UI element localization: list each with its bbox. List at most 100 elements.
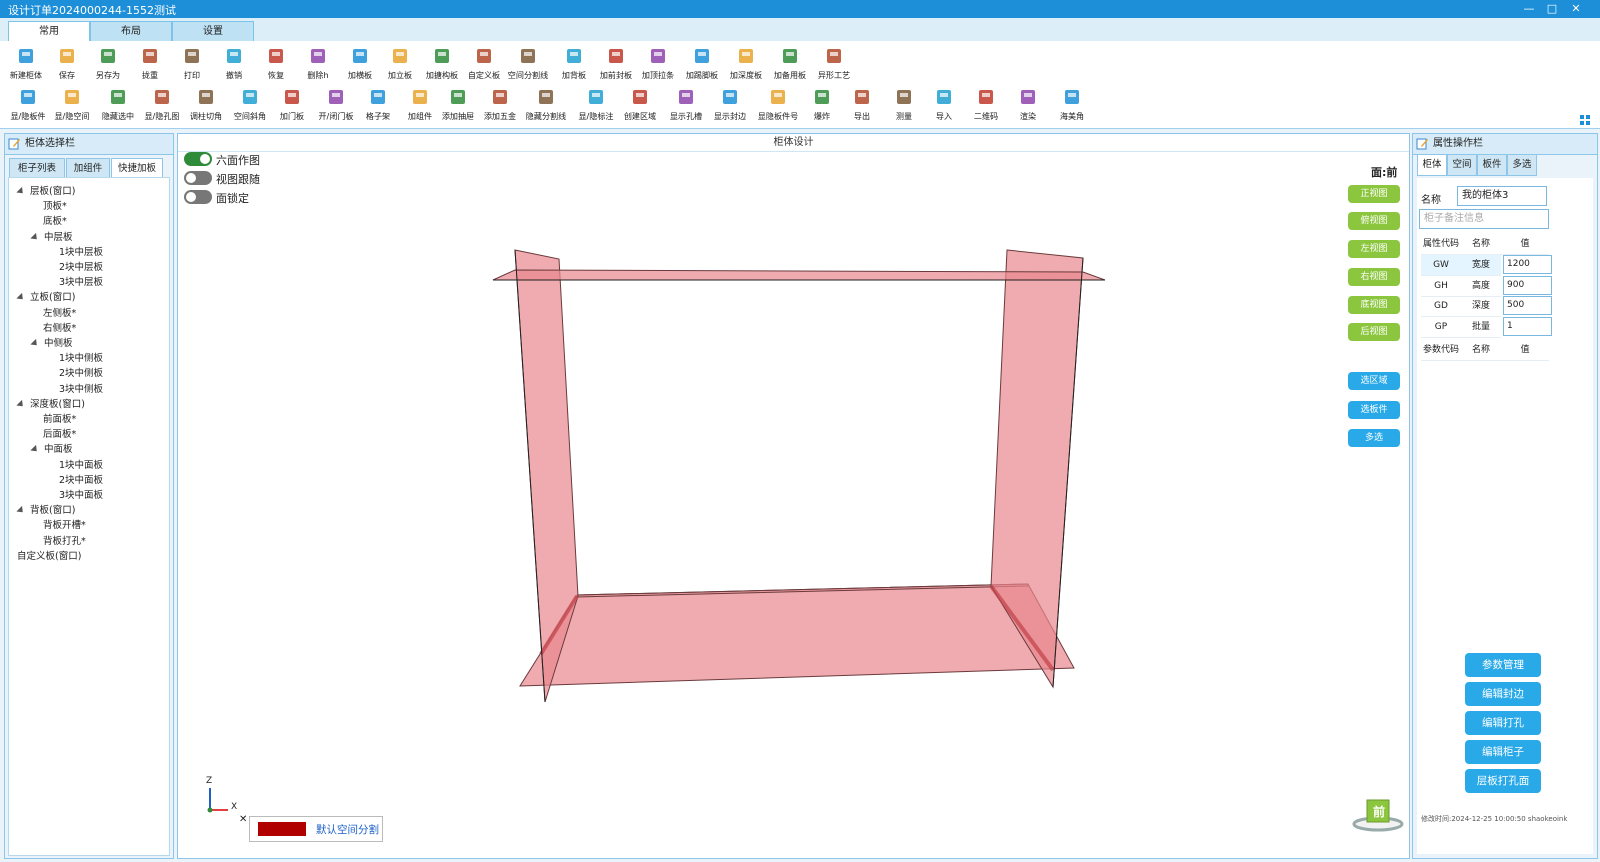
- tab-settings[interactable]: 设置: [172, 21, 254, 42]
- expand-triangle-icon[interactable]: [16, 293, 26, 303]
- design-canvas[interactable]: 柜体设计 六面作图 视图跟随 面锁定 面:前 正视图 俯视图 左视图 右视图 底…: [177, 133, 1410, 859]
- tree-node[interactable]: 立板(窗口): [16, 289, 75, 303]
- toolbar-button-8[interactable]: 开/闭门板: [314, 87, 358, 122]
- close-button[interactable]: ✕: [1566, 0, 1586, 18]
- tree-node[interactable]: 1块中层板: [59, 244, 103, 258]
- edit-edge-button[interactable]: 编辑封边: [1465, 682, 1541, 706]
- tree-node[interactable]: 左侧板*: [43, 305, 76, 319]
- tab-board[interactable]: 板件: [1477, 154, 1507, 176]
- toolbar-button-17[interactable]: 加踢脚板: [680, 46, 724, 81]
- toolbar-button-21[interactable]: 测量: [882, 87, 926, 122]
- toolbar-button-19[interactable]: 加备用板: [768, 46, 812, 81]
- tree-node[interactable]: 底板*: [43, 213, 67, 227]
- toolbar-button-4[interactable]: 拢重: [128, 46, 172, 81]
- toolbar-button-2[interactable]: 保存: [45, 46, 89, 81]
- expand-triangle-icon[interactable]: [16, 399, 26, 409]
- tree-node[interactable]: 2块中层板: [59, 259, 103, 273]
- toolbar-button-6[interactable]: 撤销: [212, 46, 256, 81]
- tab-cabinet-list[interactable]: 柜子列表: [9, 158, 65, 179]
- toolbar-button-1[interactable]: 显/隐板件: [6, 87, 50, 122]
- tab-common[interactable]: 常用: [8, 21, 90, 43]
- cabinet-3d-model[interactable]: [178, 134, 1409, 858]
- toolbar-button-17[interactable]: 显示封边: [708, 87, 752, 122]
- grid-menu-icon[interactable]: [1580, 115, 1590, 125]
- toolbar-button-9[interactable]: 加横板: [338, 46, 382, 81]
- tab-quick-add-board[interactable]: 快捷加板: [111, 158, 163, 179]
- toolbar-button-2[interactable]: 显/隐空间: [50, 87, 94, 122]
- tree-node[interactable]: 背板(窗口): [16, 502, 75, 516]
- toolbar-button-6[interactable]: 空间斜角: [228, 87, 272, 122]
- attr-value-field[interactable]: 1200: [1503, 255, 1552, 274]
- expand-triangle-icon[interactable]: [16, 506, 26, 516]
- toolbar-button-23[interactable]: 二维码: [964, 87, 1008, 122]
- toolbar-button-4[interactable]: 显/隐孔图: [140, 87, 184, 122]
- tree-node[interactable]: 1块中面板: [59, 457, 103, 471]
- expand-triangle-icon[interactable]: [16, 186, 26, 197]
- toolbar-button-16[interactable]: 显示孔槽: [664, 87, 708, 122]
- toolbar-button-9[interactable]: 格子架: [356, 87, 400, 122]
- expand-triangle-icon[interactable]: [30, 338, 40, 349]
- toolbar-button-13[interactable]: 空间分割线: [506, 46, 550, 81]
- attr-value-field[interactable]: 500: [1503, 296, 1552, 315]
- toolbar-button-19[interactable]: 爆炸: [800, 87, 844, 122]
- toolbar-button-7[interactable]: 加门板: [270, 87, 314, 122]
- param-manage-button[interactable]: 参数管理: [1465, 653, 1541, 677]
- toolbar-button-25[interactable]: 海美角: [1050, 87, 1094, 122]
- tree-node[interactable]: 后面板*: [43, 426, 76, 440]
- tree-node[interactable]: 背板开槽*: [43, 517, 86, 531]
- attr-value-field[interactable]: 900: [1503, 275, 1552, 295]
- maximize-button[interactable]: □: [1542, 0, 1562, 18]
- edit-cabinet-button[interactable]: 编辑柜子: [1465, 740, 1541, 764]
- tree-node[interactable]: 背板打孔*: [43, 533, 86, 547]
- tree-node[interactable]: 中层板: [30, 229, 73, 243]
- tree-node[interactable]: 1块中侧板: [59, 350, 103, 364]
- toolbar-button-20[interactable]: 异形工艺: [812, 46, 856, 81]
- toolbar-button-20[interactable]: 导出: [840, 87, 884, 122]
- toolbar-button-14[interactable]: 加背板: [552, 46, 596, 81]
- tree-node[interactable]: 3块中面板: [59, 487, 103, 501]
- toolbar-button-8[interactable]: 删除h: [296, 46, 340, 81]
- tree-node[interactable]: 2块中面板: [59, 472, 103, 486]
- tree-node[interactable]: 深度板(窗口): [16, 396, 85, 410]
- attr-value-field[interactable]: 1: [1503, 316, 1552, 336]
- toolbar-button-11[interactable]: 加搪构板: [420, 46, 464, 81]
- tree-node[interactable]: 中面板: [30, 441, 73, 455]
- toolbar-button-3[interactable]: 隐藏选中: [96, 87, 140, 122]
- toolbar-button-16[interactable]: 加顶拉条: [636, 46, 680, 81]
- tab-layout[interactable]: 布局: [90, 21, 172, 42]
- cabinet-name-field[interactable]: 我的柜体3: [1457, 186, 1547, 206]
- shelf-hole-face-button[interactable]: 层板打孔面: [1465, 769, 1541, 793]
- toolbar-button-18[interactable]: 显隐板件号: [756, 87, 800, 122]
- tree-node[interactable]: 前面板*: [43, 411, 76, 425]
- toolbar-button-5[interactable]: 打印: [170, 46, 214, 81]
- legend-close-icon[interactable]: ✕: [239, 814, 247, 825]
- tab-add-component[interactable]: 加组件: [66, 158, 110, 179]
- tree-node[interactable]: 顶板*: [43, 198, 67, 212]
- toolbar-button-1[interactable]: 新建柜体: [4, 46, 48, 81]
- minimize-button[interactable]: —: [1519, 0, 1539, 18]
- tree-node[interactable]: 中侧板: [30, 335, 73, 349]
- tab-space[interactable]: 空间: [1447, 154, 1477, 176]
- toolbar-button-18[interactable]: 加深度板: [724, 46, 768, 81]
- toolbar-button-22[interactable]: 导入: [922, 87, 966, 122]
- tree-node[interactable]: 层板(窗口): [16, 183, 75, 197]
- toolbar-button-14[interactable]: 显/隐标注: [574, 87, 618, 122]
- tree-node[interactable]: 右侧板*: [43, 320, 76, 334]
- tree-node[interactable]: 3块中层板: [59, 274, 103, 288]
- tree-node[interactable]: 3块中侧板: [59, 381, 103, 395]
- tab-cabinet[interactable]: 柜体: [1417, 154, 1447, 176]
- toolbar-button-24[interactable]: 渲染: [1006, 87, 1050, 122]
- toolbar-button-11[interactable]: 添加抽屉: [436, 87, 480, 122]
- tree-node[interactable]: 自定义板(窗口): [17, 548, 81, 562]
- expand-triangle-icon[interactable]: [30, 445, 40, 455]
- toolbar-button-15[interactable]: 创建区域: [618, 87, 662, 122]
- toolbar-button-3[interactable]: 另存为: [86, 46, 130, 81]
- toolbar-button-10[interactable]: 加立板: [378, 46, 422, 81]
- toolbar-button-5[interactable]: 调柱切角: [184, 87, 228, 122]
- toolbar-button-7[interactable]: 恢复: [254, 46, 298, 81]
- edit-hole-button[interactable]: 编辑打孔: [1465, 711, 1541, 735]
- toolbar-button-12[interactable]: 添加五金: [478, 87, 522, 122]
- tab-multi[interactable]: 多选: [1507, 154, 1537, 176]
- toolbar-button-12[interactable]: 自定义板: [462, 46, 506, 81]
- toolbar-button-13[interactable]: 隐藏分割线: [524, 87, 568, 122]
